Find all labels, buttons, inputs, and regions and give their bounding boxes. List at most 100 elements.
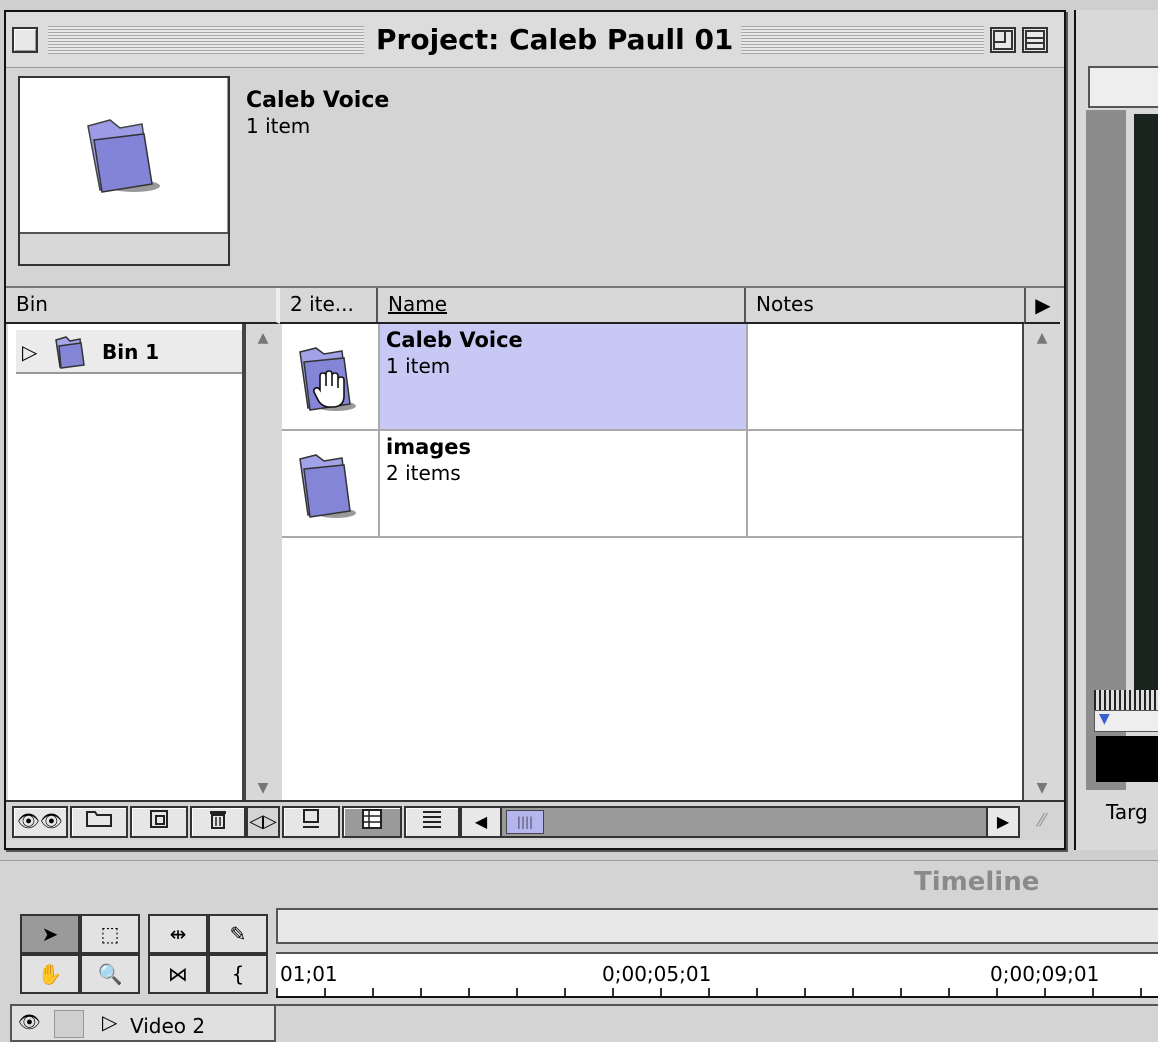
track-lock-box[interactable] — [54, 1010, 84, 1038]
disclosure-triangle-icon[interactable]: ▷ — [102, 1010, 117, 1034]
close-box[interactable] — [12, 27, 38, 53]
scroll-up-arrow-icon[interactable]: ▲ — [1024, 330, 1060, 346]
bin-column-header[interactable]: Bin — [6, 288, 280, 324]
title-bar-stripes-right — [708, 26, 984, 54]
list-view-button[interactable] — [404, 806, 460, 838]
scroll-right-arrow-icon[interactable]: ▶ — [986, 806, 1020, 838]
selection-tool[interactable]: ➤ — [20, 914, 80, 954]
hand-tool[interactable]: ✋ — [20, 954, 80, 994]
row-notes-cell[interactable] — [748, 431, 1022, 536]
table-row[interactable]: images 2 items — [282, 431, 1022, 538]
column-header-notes[interactable]: Notes — [746, 288, 1024, 322]
window-title: Project: Caleb Paull 01 — [368, 20, 742, 60]
new-bin-button[interactable] — [70, 806, 128, 838]
monitor-screen — [1134, 114, 1158, 694]
horizontal-scrollbar[interactable]: ◀ |||| — [460, 806, 1012, 838]
column-menu-arrow-icon[interactable]: ▶ — [1024, 288, 1060, 324]
hand-cursor-icon — [312, 370, 345, 408]
bin-folder-icon — [55, 336, 85, 369]
scroll-thumb[interactable]: |||| — [506, 810, 544, 834]
zoom-tool[interactable]: 🔍 — [80, 954, 140, 994]
timeline-title-bar[interactable]: Timeline — [0, 860, 1158, 906]
title-bar-stripes-left — [48, 26, 364, 54]
razor-tool[interactable]: ✎ — [208, 914, 268, 954]
preview-thumbnail[interactable] — [18, 76, 230, 266]
preview-item-count: 1 item — [246, 114, 311, 138]
table-body: Caleb Voice 1 item images 2 items — [282, 324, 1022, 800]
timecode-label: 0;00;05;01 — [602, 962, 712, 986]
row-icon-cell — [282, 431, 380, 536]
bin-scrollbar[interactable]: ▲ ▼ — [244, 324, 280, 800]
scroll-up-arrow-icon[interactable]: ▲ — [246, 330, 280, 346]
monitor-frame — [1086, 110, 1126, 790]
timeline-ruler[interactable]: 01;01 0;00;05;01 0;00;09;01 — [276, 952, 1158, 998]
track-label: Video 2 — [130, 1014, 206, 1038]
delete-button[interactable] — [190, 806, 246, 838]
playhead-icon[interactable]: ▼ — [1099, 711, 1110, 727]
item-count: 1 item — [386, 354, 451, 378]
track-area[interactable] — [276, 1004, 1158, 1042]
target-label[interactable]: Targ — [1106, 800, 1148, 824]
find-button[interactable]: 👁👁 — [12, 806, 68, 838]
eye-icon[interactable]: 👁 — [18, 1012, 48, 1036]
ruler-ticks — [276, 988, 1158, 996]
folder-icon — [299, 454, 356, 518]
project-toolbar: 👁👁 ◁▷ ◀ |||| ▶ ⁄⁄ — [6, 800, 1064, 840]
preview-play-strip[interactable] — [20, 232, 228, 264]
binoculars-icon: 👁👁 — [17, 811, 63, 832]
new-item-icon — [150, 810, 168, 828]
monitor-tab[interactable] — [1088, 66, 1158, 108]
scroll-down-arrow-icon[interactable]: ▼ — [1024, 780, 1060, 796]
range-select-tool[interactable]: ⬚ — [80, 914, 140, 954]
preview-panel: Caleb Voice 1 item — [6, 68, 1064, 288]
track-select-tool[interactable]: ⇹ — [148, 914, 208, 954]
scroll-left-arrow-icon[interactable]: ◀ — [462, 808, 502, 836]
monitor-window: ▼ Targ — [1074, 10, 1158, 850]
table-row[interactable]: Caleb Voice 1 item — [282, 324, 1022, 431]
track-select-icon: ⇹ — [169, 922, 187, 946]
timecode-label: 0;00;09;01 — [990, 962, 1100, 986]
row-name-cell: Caleb Voice 1 item — [380, 324, 748, 429]
new-item-button[interactable] — [130, 806, 188, 838]
ripple-edit-tool[interactable]: ⋈ — [148, 954, 208, 994]
scroll-down-arrow-icon[interactable]: ▼ — [246, 780, 280, 796]
icon-view-icon — [303, 809, 319, 828]
row-name-cell: images 2 items — [380, 431, 748, 536]
arrow-cursor-icon: ➤ — [41, 922, 59, 946]
monitor-playhead-strip[interactable]: ▼ — [1094, 710, 1158, 732]
bin-list: ▷ Bin 1 — [8, 324, 244, 800]
bracket-icon: { — [231, 962, 245, 986]
timecode-label: 01;01 — [280, 962, 338, 986]
folder-icon — [86, 811, 112, 827]
track-header: 👁 ▷ Video 2 — [10, 1004, 276, 1042]
disclosure-triangle-icon[interactable]: ▷ — [22, 340, 37, 364]
thumbnail-view-button[interactable] — [342, 806, 402, 838]
item-name: Caleb Voice — [386, 328, 523, 352]
magnifier-icon: 🔍 — [97, 962, 123, 986]
ripple-edit-icon: ⋈ — [168, 962, 188, 986]
column-header-count[interactable]: 2 ite... — [280, 288, 378, 322]
folder-icon — [87, 119, 160, 193]
collapse-box[interactable] — [1022, 27, 1048, 53]
timeline-tools: ➤ ⬚ ⇹ ✎ ✋ 🔍 ⋈ { — [14, 910, 270, 996]
monitor-ruler[interactable] — [1094, 690, 1158, 710]
table-scrollbar[interactable]: ▲ ▼ — [1022, 324, 1060, 800]
icon-view-button[interactable] — [282, 806, 340, 838]
timeline-work-area[interactable] — [276, 908, 1158, 944]
resize-arrows-icon: ◁▷ — [249, 811, 277, 832]
pane-resize-handle[interactable]: ◁▷ — [246, 806, 280, 838]
bin-item[interactable]: ▷ Bin 1 — [16, 330, 242, 374]
resize-grip-icon[interactable]: ⁄⁄ — [1024, 806, 1060, 838]
trash-icon — [210, 811, 226, 829]
bin-item-label: Bin 1 — [102, 340, 160, 364]
row-icon-cell — [282, 324, 380, 429]
row-notes-cell[interactable] — [748, 324, 1022, 429]
in-out-tool[interactable]: { — [208, 954, 268, 994]
column-header-name[interactable]: Name — [378, 288, 746, 322]
zoom-box[interactable] — [990, 27, 1016, 53]
list-view-icon — [423, 811, 441, 828]
title-bar[interactable]: Project: Caleb Paull 01 — [6, 12, 1064, 68]
project-window: Project: Caleb Paull 01 Caleb Voice 1 it… — [4, 10, 1066, 850]
razor-icon: ✎ — [229, 922, 247, 946]
preview-item-name: Caleb Voice — [246, 88, 390, 113]
